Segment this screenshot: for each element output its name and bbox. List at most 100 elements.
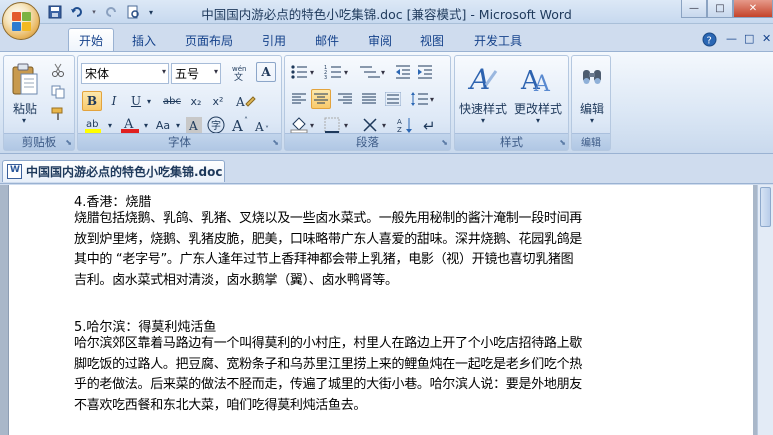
- increase-indent-icon[interactable]: [415, 62, 435, 82]
- office-button[interactable]: [2, 2, 40, 40]
- highlight-dropdown-icon[interactable]: ▾: [105, 115, 115, 135]
- show-marks-icon[interactable]: ↵: [419, 115, 439, 135]
- paste-label[interactable]: 粘贴: [10, 100, 40, 117]
- font-name-combo[interactable]: 宋体 ▾: [81, 63, 169, 84]
- scrollbar-thumb[interactable]: [760, 187, 771, 227]
- decrease-indent-icon[interactable]: [393, 62, 413, 82]
- text-line: 放到炉里烤，烧鹅、乳猪皮脆，肥美，口味略带广东人喜爱的甜味。深井烧鹅、花园乳鸽是: [74, 231, 583, 247]
- copy-icon[interactable]: [48, 82, 68, 102]
- chinese-layout-icon[interactable]: ▾: [361, 115, 391, 135]
- tab-insert[interactable]: 插入: [132, 30, 156, 51]
- superscript-button[interactable]: x²: [208, 91, 228, 111]
- line-spacing-icon[interactable]: ▾: [409, 89, 439, 109]
- svg-text:▾: ▾: [430, 95, 434, 104]
- shrink-font-icon[interactable]: A ˅: [252, 115, 272, 135]
- align-left-icon[interactable]: [289, 89, 309, 109]
- subscript-button[interactable]: x₂: [186, 91, 206, 111]
- svg-text:A: A: [231, 117, 243, 134]
- multilevel-list-icon[interactable]: ▾: [357, 62, 389, 82]
- underline-dropdown-icon[interactable]: ▾: [144, 91, 154, 111]
- ribbon-minimize-icon[interactable]: —: [726, 32, 737, 45]
- align-right-icon[interactable]: [335, 89, 355, 109]
- character-border-icon[interactable]: A: [256, 62, 276, 82]
- chevron-down-icon: ▾: [161, 67, 166, 76]
- italic-button[interactable]: I: [104, 91, 124, 111]
- sort-icon[interactable]: AZ: [395, 115, 415, 135]
- clipboard-launcher-icon[interactable]: ⬊: [65, 138, 72, 147]
- text-line: 脚吃饭的过路人。把豆腐、宽粉条子和乌苏里江里捞上来的鲤鱼炖在一起吃是老乡们吃个热: [74, 356, 583, 372]
- character-shading-icon[interactable]: A: [184, 115, 204, 135]
- svg-text:A: A: [467, 63, 490, 95]
- tab-view[interactable]: 视图: [420, 30, 444, 51]
- paste-icon[interactable]: [8, 60, 42, 100]
- grow-font-icon[interactable]: A ˄: [230, 115, 250, 135]
- tab-review[interactable]: 审阅: [368, 30, 392, 51]
- minimize-button[interactable]: —: [681, 0, 707, 18]
- align-center-icon[interactable]: [311, 89, 331, 109]
- styles-group-label: 样式: [455, 133, 568, 150]
- styles-launcher-icon[interactable]: ⬊: [559, 138, 566, 147]
- bullets-icon[interactable]: ▾: [289, 62, 319, 82]
- document-page[interactable]: 4.香港：烧腊 烧腊包括烧鹅、乳鸽、乳猪、叉烧以及一些卤水菜式。一般先用秘制的酱…: [8, 185, 753, 435]
- font-color-icon[interactable]: A: [118, 115, 142, 135]
- text-line: 烧腊包括烧鹅、乳鸽、乳猪、叉烧以及一些卤水菜式。一般先用秘制的酱汁淹制一段时间再: [74, 211, 583, 226]
- svg-text:?: ?: [707, 36, 712, 47]
- paragraph-launcher-icon[interactable]: ⬊: [441, 138, 448, 147]
- borders-icon[interactable]: ▾: [323, 115, 353, 135]
- close-button[interactable]: ✕: [733, 0, 773, 18]
- shading-icon[interactable]: ▾: [289, 115, 319, 135]
- word-window: ▾ ▾ 中国国内游必点的特色小吃集锦.doc [兼容模式] - Microsof…: [0, 0, 773, 435]
- vertical-scrollbar[interactable]: [757, 185, 773, 435]
- font-size-combo[interactable]: 五号 ▾: [171, 63, 221, 84]
- underline-button[interactable]: U: [126, 91, 146, 111]
- numbering-icon[interactable]: 1 2 3 ▾: [323, 62, 353, 82]
- bold-button[interactable]: B: [82, 91, 102, 111]
- editing-button-label[interactable]: 编辑: [574, 100, 610, 117]
- paste-dropdown-icon[interactable]: ▾: [16, 116, 32, 125]
- justify-icon[interactable]: [359, 89, 379, 109]
- quick-styles-label[interactable]: 快速样式: [457, 100, 509, 117]
- quick-styles-icon[interactable]: A: [465, 60, 501, 96]
- svg-text:A: A: [235, 95, 245, 109]
- change-styles-icon[interactable]: AA: [519, 60, 555, 96]
- help-icon[interactable]: ?: [702, 32, 717, 50]
- quick-styles-dropdown-icon[interactable]: ▾: [475, 116, 491, 125]
- change-case-wen-icon[interactable]: wén 文: [228, 62, 252, 82]
- window-title: 中国国内游必点的特色小吃集锦.doc [兼容模式] - Microsoft Wo…: [201, 7, 572, 22]
- tab-references[interactable]: 引用: [262, 30, 286, 51]
- ribbon-restore-icon[interactable]: □: [744, 32, 754, 45]
- format-painter-icon[interactable]: [48, 104, 68, 124]
- svg-text:A: A: [254, 120, 264, 134]
- phonetic-guide-icon[interactable]: A: [232, 91, 258, 111]
- tab-developer[interactable]: 开发工具: [474, 30, 522, 51]
- cut-icon[interactable]: [48, 60, 68, 80]
- tab-page-layout[interactable]: 页面布局: [185, 30, 233, 51]
- binoculars-icon[interactable]: [580, 64, 604, 90]
- document-tab[interactable]: 中国国内游必点的特色小吃集锦.doc: [2, 160, 225, 182]
- strikethrough-button[interactable]: abc: [160, 91, 184, 111]
- svg-text:A: A: [188, 119, 198, 133]
- tab-mailings[interactable]: 邮件: [315, 30, 339, 51]
- maximize-button[interactable]: □: [707, 0, 733, 18]
- distributed-icon[interactable]: [383, 89, 403, 109]
- enclose-characters-icon[interactable]: 字: [206, 115, 226, 135]
- svg-text:▾: ▾: [381, 68, 385, 77]
- tab-home[interactable]: 开始: [68, 28, 115, 52]
- font-launcher-icon[interactable]: ⬊: [272, 138, 279, 147]
- change-case-button[interactable]: Aa: [152, 115, 174, 135]
- font-color-dropdown-icon[interactable]: ▾: [141, 115, 151, 135]
- change-styles-label[interactable]: 更改样式: [511, 100, 565, 117]
- text-line: 乎的老做法。后来菜的做法不胫而走，传遍了城里的大街小巷。哈尔滨人说：要是外地朋友: [74, 377, 583, 393]
- paragraph: 哈尔滨郊区靠着马路边有一个叫得莫利的小村庄，村里人在路边上开了个小吃店招待路上歇…: [74, 334, 639, 417]
- svg-text:▾: ▾: [382, 121, 386, 130]
- change-case-dropdown-icon[interactable]: ▾: [173, 115, 183, 135]
- ribbon-tabs: 开始 插入 页面布局 引用 邮件 审阅 视图 开发工具 ? — □ ✕: [0, 24, 773, 52]
- svg-text:ab: ab: [86, 119, 98, 130]
- svg-text:3: 3: [324, 75, 327, 80]
- ribbon-close-icon[interactable]: ✕: [762, 32, 771, 45]
- svg-text:文: 文: [234, 71, 243, 81]
- change-styles-dropdown-icon[interactable]: ▾: [530, 116, 546, 125]
- highlight-icon[interactable]: ab: [82, 115, 106, 135]
- text-line: 不喜欢吃西餐和东北大菜，咱们吃得莫利炖活鱼去。: [74, 398, 367, 414]
- editing-dropdown-icon[interactable]: ▾: [584, 116, 600, 125]
